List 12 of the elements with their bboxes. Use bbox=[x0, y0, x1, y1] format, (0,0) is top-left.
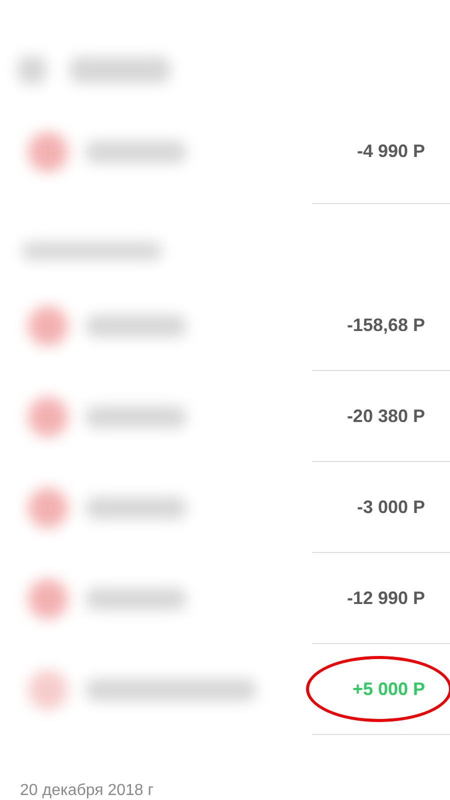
amount: -4 990 Р bbox=[356, 140, 425, 163]
amount: -3 000 Р bbox=[356, 496, 425, 518]
blurred-icon bbox=[28, 306, 68, 346]
date-header: 20 декабря 2018 г bbox=[19, 781, 155, 800]
amount: -158,68 Р bbox=[346, 314, 425, 336]
blurred-icon bbox=[28, 132, 68, 172]
blurred-icon bbox=[28, 396, 68, 436]
amount: -20 380 Р bbox=[346, 404, 425, 428]
amount: +5 000 Р bbox=[352, 678, 425, 700]
blurred-icon bbox=[28, 578, 68, 618]
blurred-icon bbox=[28, 488, 68, 528]
amount: -12 990 Р bbox=[346, 586, 425, 610]
